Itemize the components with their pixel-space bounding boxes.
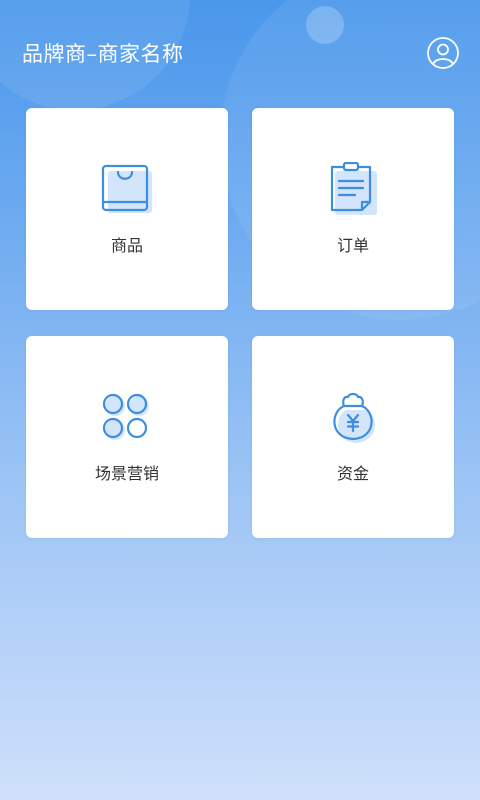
menu-card-label: 订单 <box>336 236 369 255</box>
menu-card-orders[interactable]: 订单 <box>252 108 454 310</box>
shopping-bag-icon <box>99 162 155 218</box>
grid-circles-icon <box>99 390 155 446</box>
menu-card-scene-marketing[interactable]: 场景营销 <box>26 336 228 538</box>
menu-card-funds[interactable]: 资金 <box>252 336 454 538</box>
menu-card-label: 场景营销 <box>94 464 159 483</box>
menu-card-label: 商品 <box>110 236 143 255</box>
page-title: 品牌商–商家名称 <box>22 42 184 66</box>
user-profile-icon[interactable] <box>426 36 460 70</box>
money-bag-icon <box>325 390 381 446</box>
order-clipboard-icon <box>325 161 381 218</box>
header: 品牌商–商家名称 <box>0 0 480 108</box>
menu-card-goods[interactable]: 商品 <box>26 108 228 310</box>
app-screen: 品牌商–商家名称 商品 订单 场景营销 资金 <box>0 0 480 800</box>
menu-card-label: 资金 <box>336 464 369 483</box>
